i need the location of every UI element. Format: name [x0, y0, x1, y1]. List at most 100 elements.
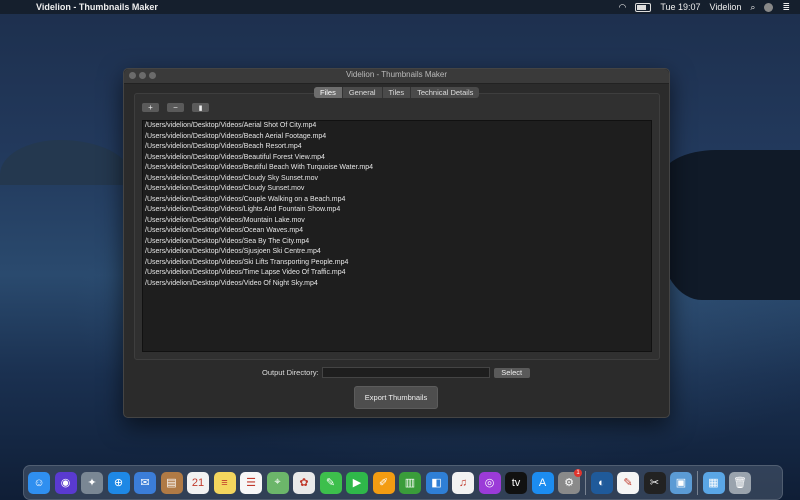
finder-glyph: ☺: [33, 476, 45, 489]
textedit-icon[interactable]: ✎: [617, 471, 639, 494]
wallpaper-island-left: [0, 140, 130, 185]
tv-icon[interactable]: tv: [505, 471, 527, 494]
file-list-item[interactable]: /Users/videlion/Desktop/Videos/Sjusjoen …: [143, 247, 651, 258]
reminders-icon[interactable]: ☰: [240, 471, 262, 494]
app-window: Videlion - Thumbnails Maker + − ▮ /Users…: [123, 68, 670, 418]
app-store-icon[interactable]: A: [531, 471, 554, 494]
trash-button[interactable]: ▮: [192, 103, 209, 112]
file-list-item[interactable]: /Users/videlion/Desktop/Videos/Cloudy Sk…: [143, 174, 651, 185]
safari-glyph: ⊕: [113, 477, 124, 489]
trash-glyph: 🗑: [733, 477, 747, 489]
photos-icon[interactable]: ✿: [293, 471, 315, 494]
wifi-icon[interactable]: ◠: [618, 2, 626, 13]
app-store-glyph: A: [538, 476, 547, 489]
file-list-item[interactable]: /Users/videlion/Desktop/Videos/Mountain …: [143, 216, 651, 227]
dock-separator: [584, 470, 586, 495]
spotlight-icon[interactable]: ⌕: [750, 2, 755, 13]
remove-file-button[interactable]: −: [167, 103, 184, 112]
mail-icon[interactable]: ✉: [134, 471, 156, 494]
maps-icon[interactable]: ⌖: [266, 471, 289, 494]
tv-glyph: tv: [511, 476, 521, 489]
preview-glyph: ▣: [675, 477, 687, 489]
menu-bar-status: ◠ Tue 19:07 Videlion ⌕ ≣: [618, 2, 790, 13]
files-panel: + − ▮ /Users/videlion/Desktop/Videos/Aer…: [134, 93, 660, 360]
preview-icon[interactable]: ▣: [670, 471, 692, 494]
dock-separator: [696, 470, 698, 495]
tab-technical-details[interactable]: Technical Details: [411, 87, 479, 98]
downloads-folder-glyph: ▦: [708, 477, 719, 489]
file-list-item[interactable]: /Users/videlion/Desktop/Videos/Beutiful …: [143, 163, 651, 174]
safari-icon[interactable]: ⊕: [107, 471, 130, 494]
photos-glyph: ✿: [299, 477, 309, 489]
file-list-item[interactable]: /Users/videlion/Desktop/Videos/Time Laps…: [143, 268, 651, 279]
menu-user-name[interactable]: Videlion: [710, 2, 742, 12]
clock[interactable]: Tue 19:07: [660, 2, 700, 12]
file-list-item[interactable]: /Users/videlion/Desktop/Videos/Aerial Sh…: [143, 121, 651, 132]
file-list-item[interactable]: /Users/videlion/Desktop/Videos/Ski Lifts…: [143, 258, 651, 269]
textedit-glyph: ✎: [623, 477, 633, 489]
output-directory-label: Output Directory:: [262, 368, 319, 377]
add-file-button[interactable]: +: [142, 103, 159, 112]
calendar-icon[interactable]: 21: [187, 471, 209, 494]
launchpad-icon[interactable]: ✦: [81, 471, 103, 494]
file-list-item[interactable]: /Users/videlion/Desktop/Videos/Couple Wa…: [143, 195, 651, 206]
select-directory-button[interactable]: Select: [493, 367, 530, 378]
battery-icon[interactable]: [635, 2, 652, 12]
keynote-icon[interactable]: ◧: [425, 471, 448, 494]
trash-icon: ▮: [198, 105, 203, 112]
contacts-icon[interactable]: ▤: [160, 471, 183, 494]
screenshot-glyph: ✂: [649, 477, 660, 489]
pages-glyph: ✐: [378, 477, 389, 489]
launchpad-glyph: ✦: [87, 477, 97, 489]
notification-badge: 1: [574, 468, 582, 477]
output-directory-row: Output Directory: Select: [262, 367, 530, 378]
file-list-item[interactable]: /Users/videlion/Desktop/Videos/Video Of …: [143, 279, 651, 290]
mail-glyph: ✉: [140, 477, 150, 489]
numbers-icon[interactable]: ▥: [399, 471, 421, 494]
pages-icon[interactable]: ✐: [372, 471, 395, 494]
contacts-glyph: ▤: [166, 477, 177, 489]
menu-bar: Videlion - Thumbnails Maker ◠ Tue 19:07 …: [0, 0, 800, 14]
avatar-icon[interactable]: [764, 2, 774, 12]
wallpaper-island-right: [660, 150, 800, 300]
tab-files[interactable]: Files: [314, 87, 343, 98]
file-list-item[interactable]: /Users/videlion/Desktop/Videos/Sea By Th…: [143, 237, 651, 248]
tab-tiles[interactable]: Tiles: [383, 87, 412, 98]
tab-bar: Files General Tiles Technical Details: [314, 87, 480, 98]
messages-icon[interactable]: ✎: [319, 471, 342, 494]
file-list[interactable]: /Users/videlion/Desktop/Videos/Aerial Sh…: [142, 120, 652, 352]
facetime-icon[interactable]: ▶: [346, 471, 368, 494]
file-list-item[interactable]: /Users/videlion/Desktop/Videos/Ocean Wav…: [143, 226, 651, 237]
notes-glyph: ≡: [221, 476, 228, 489]
calendar-glyph: 21: [191, 476, 205, 489]
window-title: Videlion - Thumbnails Maker: [345, 70, 448, 79]
siri-icon[interactable]: ◉: [54, 471, 77, 494]
output-directory-field[interactable]: [321, 367, 490, 378]
numbers-glyph: ▥: [404, 477, 416, 489]
videlion-icon[interactable]: ◐: [590, 471, 613, 494]
podcasts-icon[interactable]: ◎: [478, 471, 501, 494]
siri-glyph: ◉: [60, 477, 71, 489]
podcasts-glyph: ◎: [484, 477, 495, 489]
file-list-item[interactable]: /Users/videlion/Desktop/Videos/Beach Res…: [143, 142, 651, 153]
music-glyph: ♫: [458, 476, 468, 489]
export-thumbnails-button[interactable]: Export Thumbnails: [354, 386, 438, 409]
maps-glyph: ⌖: [274, 476, 281, 488]
file-list-item[interactable]: /Users/videlion/Desktop/Videos/Beautiful…: [143, 153, 651, 164]
downloads-folder-icon[interactable]: ▦: [702, 471, 725, 494]
file-toolbar: + − ▮: [142, 103, 209, 112]
file-list-item[interactable]: /Users/videlion/Desktop/Videos/Lights An…: [143, 205, 651, 216]
notes-icon[interactable]: ≡: [213, 471, 236, 494]
system-preferences-icon[interactable]: ⚙ 1: [558, 468, 582, 494]
music-icon[interactable]: ♫: [452, 471, 474, 494]
reminders-glyph: ☰: [246, 477, 256, 489]
finder-icon[interactable]: ☺: [28, 471, 50, 494]
trash-icon[interactable]: 🗑: [729, 471, 751, 494]
app-menu-name[interactable]: Videlion - Thumbnails Maker: [36, 2, 158, 12]
tab-general[interactable]: General: [343, 87, 383, 98]
screenshot-icon[interactable]: ✂: [643, 471, 666, 494]
file-list-item[interactable]: /Users/videlion/Desktop/Videos/Beach Aer…: [143, 132, 651, 143]
control-center-icon[interactable]: ≣: [782, 2, 790, 13]
file-list-item[interactable]: /Users/videlion/Desktop/Videos/Cloudy Su…: [143, 184, 651, 195]
window-titlebar[interactable]: Videlion - Thumbnails Maker: [124, 69, 669, 84]
